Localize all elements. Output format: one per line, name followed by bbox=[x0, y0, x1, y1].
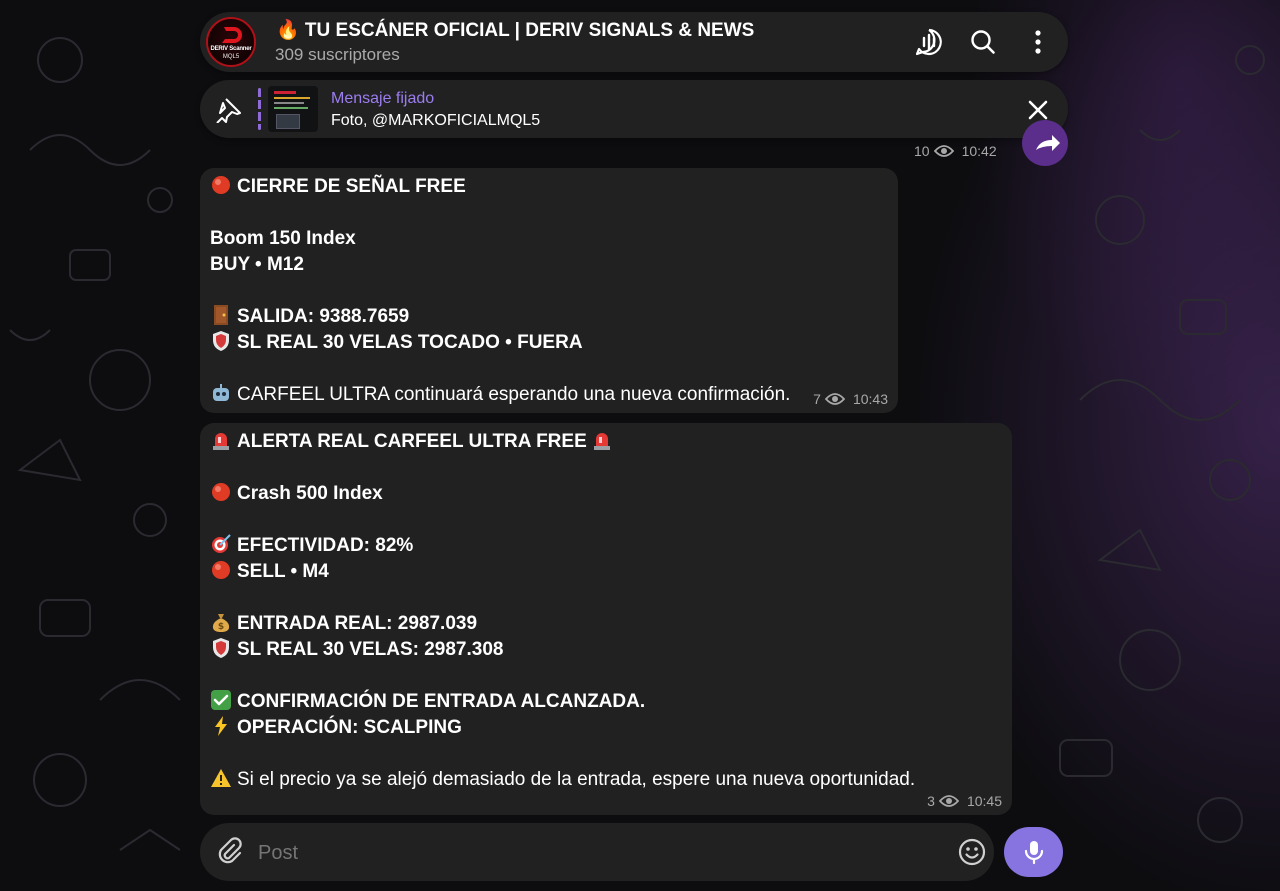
robot-icon bbox=[210, 383, 234, 403]
chat-header[interactable]: DERIV Scanner MQL5 🔥 TU ESCÁNER OFICIAL … bbox=[200, 12, 1068, 72]
target-icon bbox=[210, 534, 234, 554]
eye-icon bbox=[938, 795, 959, 807]
message-text: SALIDA: 9388.7659 bbox=[237, 306, 410, 327]
deriv-logo-icon bbox=[222, 27, 242, 43]
pinned-indicator bbox=[258, 88, 261, 130]
message-line: CARFEEL ULTRA continuará esperando una n… bbox=[210, 382, 888, 408]
message-line: Si el precio ya se alejó demasiado de la… bbox=[210, 767, 1002, 793]
red-circle-icon bbox=[210, 175, 234, 195]
message-text: Crash 500 Index bbox=[237, 483, 383, 504]
message-time: 10:43 bbox=[852, 391, 888, 407]
more-vertical-icon bbox=[1035, 30, 1041, 54]
forward-icon bbox=[1036, 135, 1060, 151]
pinned-text: Foto, @MARKOFICIALMQL5 bbox=[331, 112, 541, 129]
shield-icon bbox=[210, 331, 234, 351]
forward-button[interactable] bbox=[1022, 120, 1068, 166]
svg-text:$: $ bbox=[218, 622, 224, 632]
channel-title[interactable]: 🔥 TU ESCÁNER OFICIAL | DERIV SIGNALS & N… bbox=[276, 18, 754, 42]
pin-icon[interactable] bbox=[216, 95, 244, 123]
message-time: 10:45 bbox=[966, 793, 1002, 809]
record-voice-button[interactable] bbox=[1004, 827, 1063, 877]
siren-icon bbox=[591, 430, 615, 450]
siren-icon bbox=[210, 430, 234, 450]
message-line: ALERTA REAL CARFEEL ULTRA FREE bbox=[210, 429, 1002, 455]
avatar-text-line2: MQL5 bbox=[222, 54, 240, 60]
avatar-text-line1: DERIV Scanner bbox=[210, 46, 252, 52]
message-line: Crash 500 Index bbox=[210, 481, 1002, 507]
microphone-icon bbox=[1024, 841, 1044, 865]
message-line: SALIDA: 9388.7659 bbox=[210, 304, 888, 330]
view-count: 3 bbox=[927, 793, 935, 809]
eye-icon bbox=[933, 145, 954, 157]
post-input[interactable] bbox=[258, 840, 898, 866]
search-icon bbox=[971, 30, 995, 54]
search-button[interactable] bbox=[966, 25, 1000, 59]
message-text: CONFIRMACIÓN DE ENTRADA ALCANZADA. bbox=[237, 691, 646, 712]
attach-icon[interactable] bbox=[214, 837, 244, 867]
live-stream-icon bbox=[915, 28, 942, 56]
check-icon bbox=[210, 690, 234, 710]
message-line: EFECTIVIDAD: 82% bbox=[210, 533, 1002, 559]
message-text: Boom 150 Index bbox=[210, 228, 356, 249]
pinned-thumbnail bbox=[268, 86, 318, 132]
red-circle-icon bbox=[210, 560, 234, 580]
message-line: BUY • M12 bbox=[210, 252, 888, 278]
pinned-message-bar[interactable]: Mensaje fijado Foto, @MARKOFICIALMQL5 bbox=[200, 80, 1068, 138]
message-line: $ ENTRADA REAL: 2987.039 bbox=[210, 611, 1002, 637]
message-bubble[interactable]: CIERRE DE SEÑAL FREE Boom 150 Index BUY • … bbox=[200, 168, 898, 413]
message-text: CARFEEL ULTRA continuará esperando una n… bbox=[237, 384, 791, 405]
more-options-button[interactable] bbox=[1021, 25, 1055, 59]
message-text: ALERTA REAL CARFEEL ULTRA FREE bbox=[237, 431, 587, 452]
message-line: CONFIRMACIÓN DE ENTRADA ALCANZADA. bbox=[210, 689, 1002, 715]
message-line: OPERACIÓN: SCALPING bbox=[210, 715, 1002, 741]
message-line: SL REAL 30 VELAS: 2987.308 bbox=[210, 637, 1002, 663]
message-bubble[interactable]: ALERTA REAL CARFEEL ULTRA FREE Crash 500 … bbox=[200, 423, 1012, 815]
message-text: OPERACIÓN: SCALPING bbox=[237, 717, 462, 738]
message-text: SL REAL 30 VELAS TOCADO • FUERA bbox=[237, 332, 583, 353]
message-text: Si el precio ya se alejó demasiado de la… bbox=[237, 769, 916, 790]
live-stream-button[interactable] bbox=[912, 25, 946, 59]
message-line: SELL • M4 bbox=[210, 559, 1002, 585]
shield-icon bbox=[210, 638, 234, 658]
message-meta: 7 10:43 bbox=[813, 391, 888, 407]
channel-avatar[interactable]: DERIV Scanner MQL5 bbox=[206, 17, 256, 67]
message-text: BUY • M12 bbox=[210, 254, 304, 275]
red-circle-icon bbox=[210, 482, 234, 502]
message-line: Boom 150 Index bbox=[210, 226, 888, 252]
money-bag-icon: $ bbox=[210, 612, 234, 632]
subscriber-count: 309 suscriptores bbox=[275, 45, 400, 64]
view-count: 7 bbox=[813, 391, 821, 407]
warning-icon bbox=[210, 768, 234, 788]
message-text: SELL • M4 bbox=[237, 561, 329, 582]
message-composer[interactable] bbox=[200, 823, 994, 881]
message-text: SL REAL 30 VELAS: 2987.308 bbox=[237, 639, 504, 660]
message-line: CIERRE DE SEÑAL FREE bbox=[210, 174, 888, 200]
lightning-icon bbox=[210, 716, 234, 736]
previous-message-meta: 10 10:42 bbox=[914, 143, 997, 159]
message-text: ENTRADA REAL: 2987.039 bbox=[237, 613, 478, 634]
eye-icon bbox=[824, 393, 845, 405]
message-text: EFECTIVIDAD: 82% bbox=[237, 535, 414, 556]
message-line: SL REAL 30 VELAS TOCADO • FUERA bbox=[210, 330, 888, 356]
emoji-icon[interactable] bbox=[956, 836, 988, 868]
door-icon bbox=[210, 305, 234, 325]
pinned-label: Mensaje fijado bbox=[331, 90, 435, 107]
message-text: CIERRE DE SEÑAL FREE bbox=[237, 176, 466, 197]
view-count: 10 bbox=[914, 143, 930, 159]
message-meta: 3 10:45 bbox=[927, 793, 1002, 809]
message-time: 10:42 bbox=[961, 143, 997, 159]
